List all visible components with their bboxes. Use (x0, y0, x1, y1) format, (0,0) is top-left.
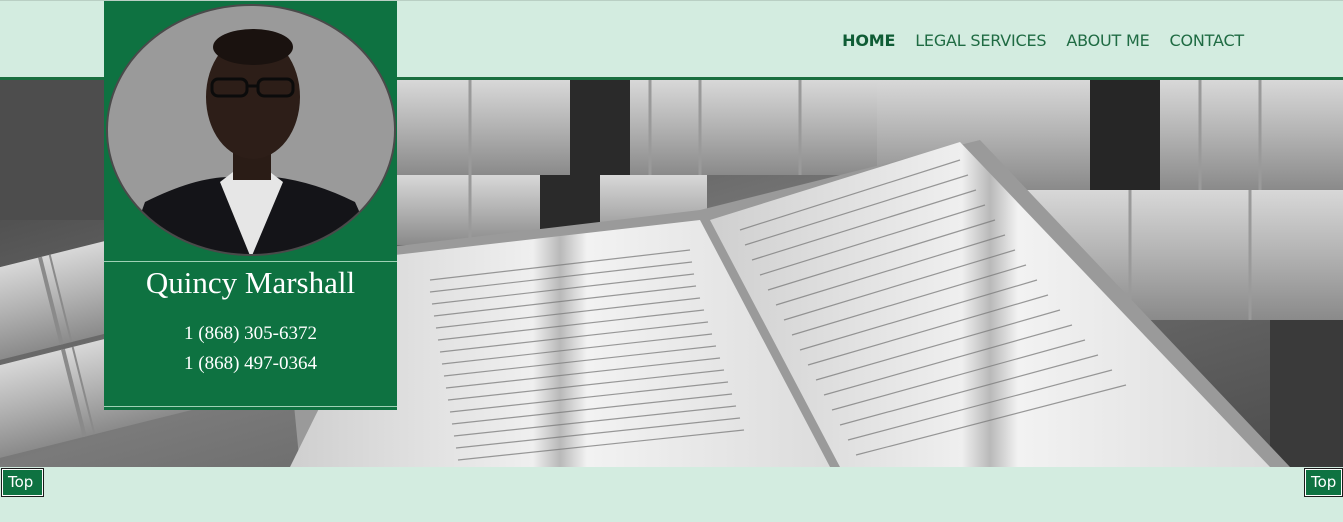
phone-number-2: 1 (868) 497-0364 (184, 353, 317, 374)
profile-card: Quincy Marshall 1 (868) 305-6372 1 (868)… (104, 1, 397, 410)
back-to-top-button-left[interactable]: Top (1, 468, 44, 497)
nav-legal-services-link[interactable]: LEGAL SERVICES (915, 31, 1046, 50)
card-divider (104, 261, 397, 262)
main-nav: HOME LEGAL SERVICES ABOUT ME CONTACT (842, 31, 1244, 50)
card-bottom-divider (104, 406, 397, 407)
nav-contact-link[interactable]: CONTACT (1170, 31, 1245, 50)
attorney-name: Quincy Marshall (145, 265, 356, 300)
nav-home-link[interactable]: HOME (842, 31, 895, 50)
nav-about-me-link[interactable]: ABOUT ME (1066, 31, 1149, 50)
back-to-top-button-right[interactable]: Top (1304, 468, 1343, 497)
attorney-portrait-photo (105, 2, 397, 258)
phone-number-1: 1 (868) 305-6372 (184, 323, 317, 344)
page: HOME LEGAL SERVICES ABOUT ME CONTACT Qui… (0, 0, 1343, 522)
